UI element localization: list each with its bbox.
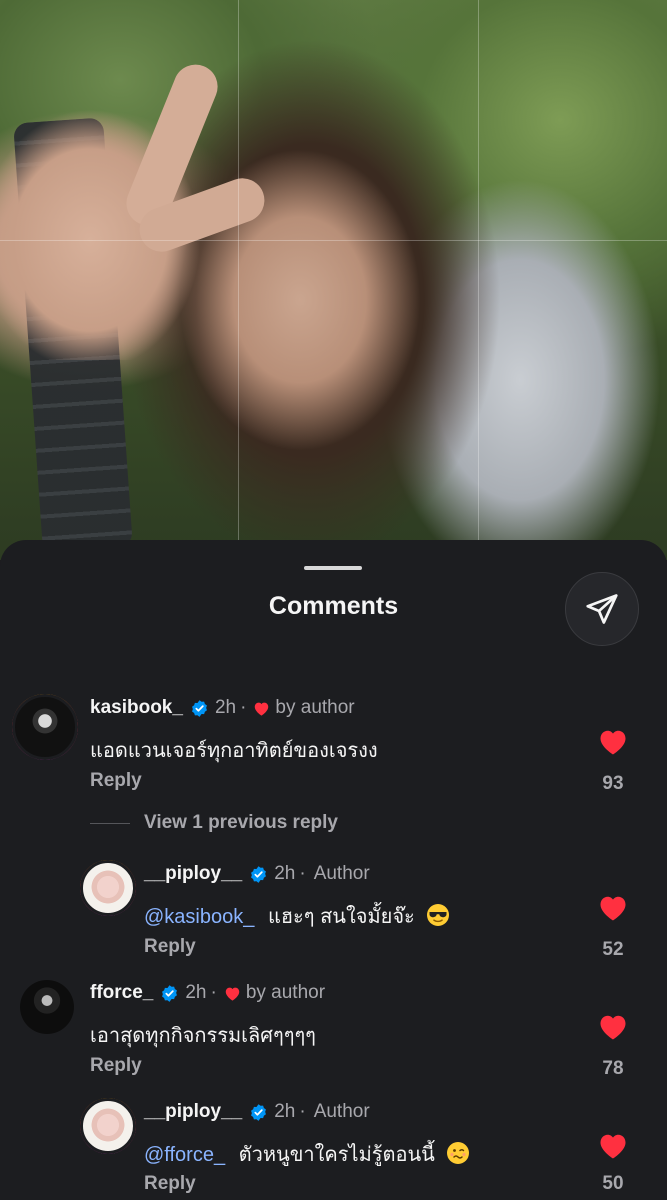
view-previous-replies-button[interactable]: View 1 previous reply <box>90 812 338 834</box>
heart-icon <box>600 896 626 921</box>
send-icon <box>586 594 618 624</box>
mention-link[interactable]: @kasibook_ <box>144 906 254 928</box>
comment-time: 2h <box>274 863 296 884</box>
post-photo <box>0 0 667 560</box>
man-portrait-avatar <box>12 694 78 760</box>
like-button[interactable]: 78 <box>593 1013 633 1080</box>
heart-icon <box>600 1015 626 1040</box>
avatar[interactable] <box>12 694 78 760</box>
man-dark-avatar[interactable] <box>20 980 74 1034</box>
like-count: 93 <box>602 773 624 794</box>
comment-time: 2h <box>214 697 237 718</box>
crop-grid-line <box>238 0 239 560</box>
liked-by-author-tag: by author <box>245 982 326 1003</box>
like-button[interactable]: 52 <box>593 894 633 961</box>
heart-icon <box>600 730 626 755</box>
reply-button[interactable]: Reply <box>144 936 196 958</box>
author-tag: Author <box>313 863 370 884</box>
like-count: 50 <box>602 1173 624 1194</box>
separator: · <box>210 982 217 1003</box>
sheet-drag-handle[interactable] <box>304 566 362 570</box>
comment-text: @kasibook_ แฮะๆ สนใจมั้ยจ๊ะ <box>144 900 450 933</box>
comment-body: ตัวหนูขาใครไม่รู้ตอนนี้ <box>238 1144 435 1166</box>
separator: · <box>299 1101 306 1122</box>
heart-icon <box>223 984 242 1003</box>
woozy-face-emoji <box>446 1141 470 1171</box>
cartoon-girl-avatar <box>80 860 136 916</box>
mention-link[interactable]: @fforce_ <box>144 1144 225 1166</box>
separator: · <box>299 863 306 884</box>
like-button[interactable]: 50 <box>593 1132 633 1195</box>
divider <box>90 822 130 824</box>
verified-badge-icon <box>249 1103 268 1122</box>
cartoon-girl-avatar <box>80 1098 136 1154</box>
verified-badge-icon <box>249 865 268 884</box>
username[interactable]: __piploy__ <box>144 863 242 885</box>
liked-by-author-tag: by author <box>275 697 355 718</box>
view-replies-label: View 1 previous reply <box>144 812 338 833</box>
username[interactable]: kasibook_ <box>90 697 183 719</box>
like-count: 78 <box>602 1058 624 1079</box>
verified-badge-icon <box>190 699 209 718</box>
comment-body: แฮะๆ สนใจมั้ยจ๊ะ <box>267 906 415 928</box>
comment-text: เอาสุดทุกกิจกรรมเลิศๆๆๆๆ <box>90 1025 316 1047</box>
username[interactable]: fforce_ <box>90 982 153 1004</box>
comment-text: @fforce_ ตัวหนูขาใครไม่รู้ตอนนี้ <box>144 1138 470 1171</box>
sunglasses-emoji <box>426 903 450 933</box>
heart-icon <box>252 699 271 718</box>
like-button[interactable]: 93 <box>593 728 633 795</box>
like-count: 52 <box>602 939 624 960</box>
avatar[interactable] <box>80 860 136 916</box>
comment-time: 2h <box>274 1101 296 1122</box>
reply-button[interactable]: Reply <box>90 1055 142 1077</box>
verified-badge-icon <box>160 984 179 1003</box>
avatar[interactable] <box>80 1098 136 1154</box>
share-button[interactable] <box>565 572 639 646</box>
comment-time: 2h <box>185 982 207 1003</box>
author-tag: Author <box>313 1101 370 1122</box>
crop-grid-line <box>0 240 667 241</box>
crop-grid-line <box>478 0 479 560</box>
heart-icon <box>600 1134 626 1159</box>
reply-button[interactable]: Reply <box>90 770 142 792</box>
comment-text: แอดแวนเจอร์ทุกอาทิตย์ของเจรงง <box>90 740 378 762</box>
username[interactable]: __piploy__ <box>144 1101 242 1123</box>
reply-button[interactable]: Reply <box>144 1173 196 1195</box>
separator: · <box>240 697 247 718</box>
